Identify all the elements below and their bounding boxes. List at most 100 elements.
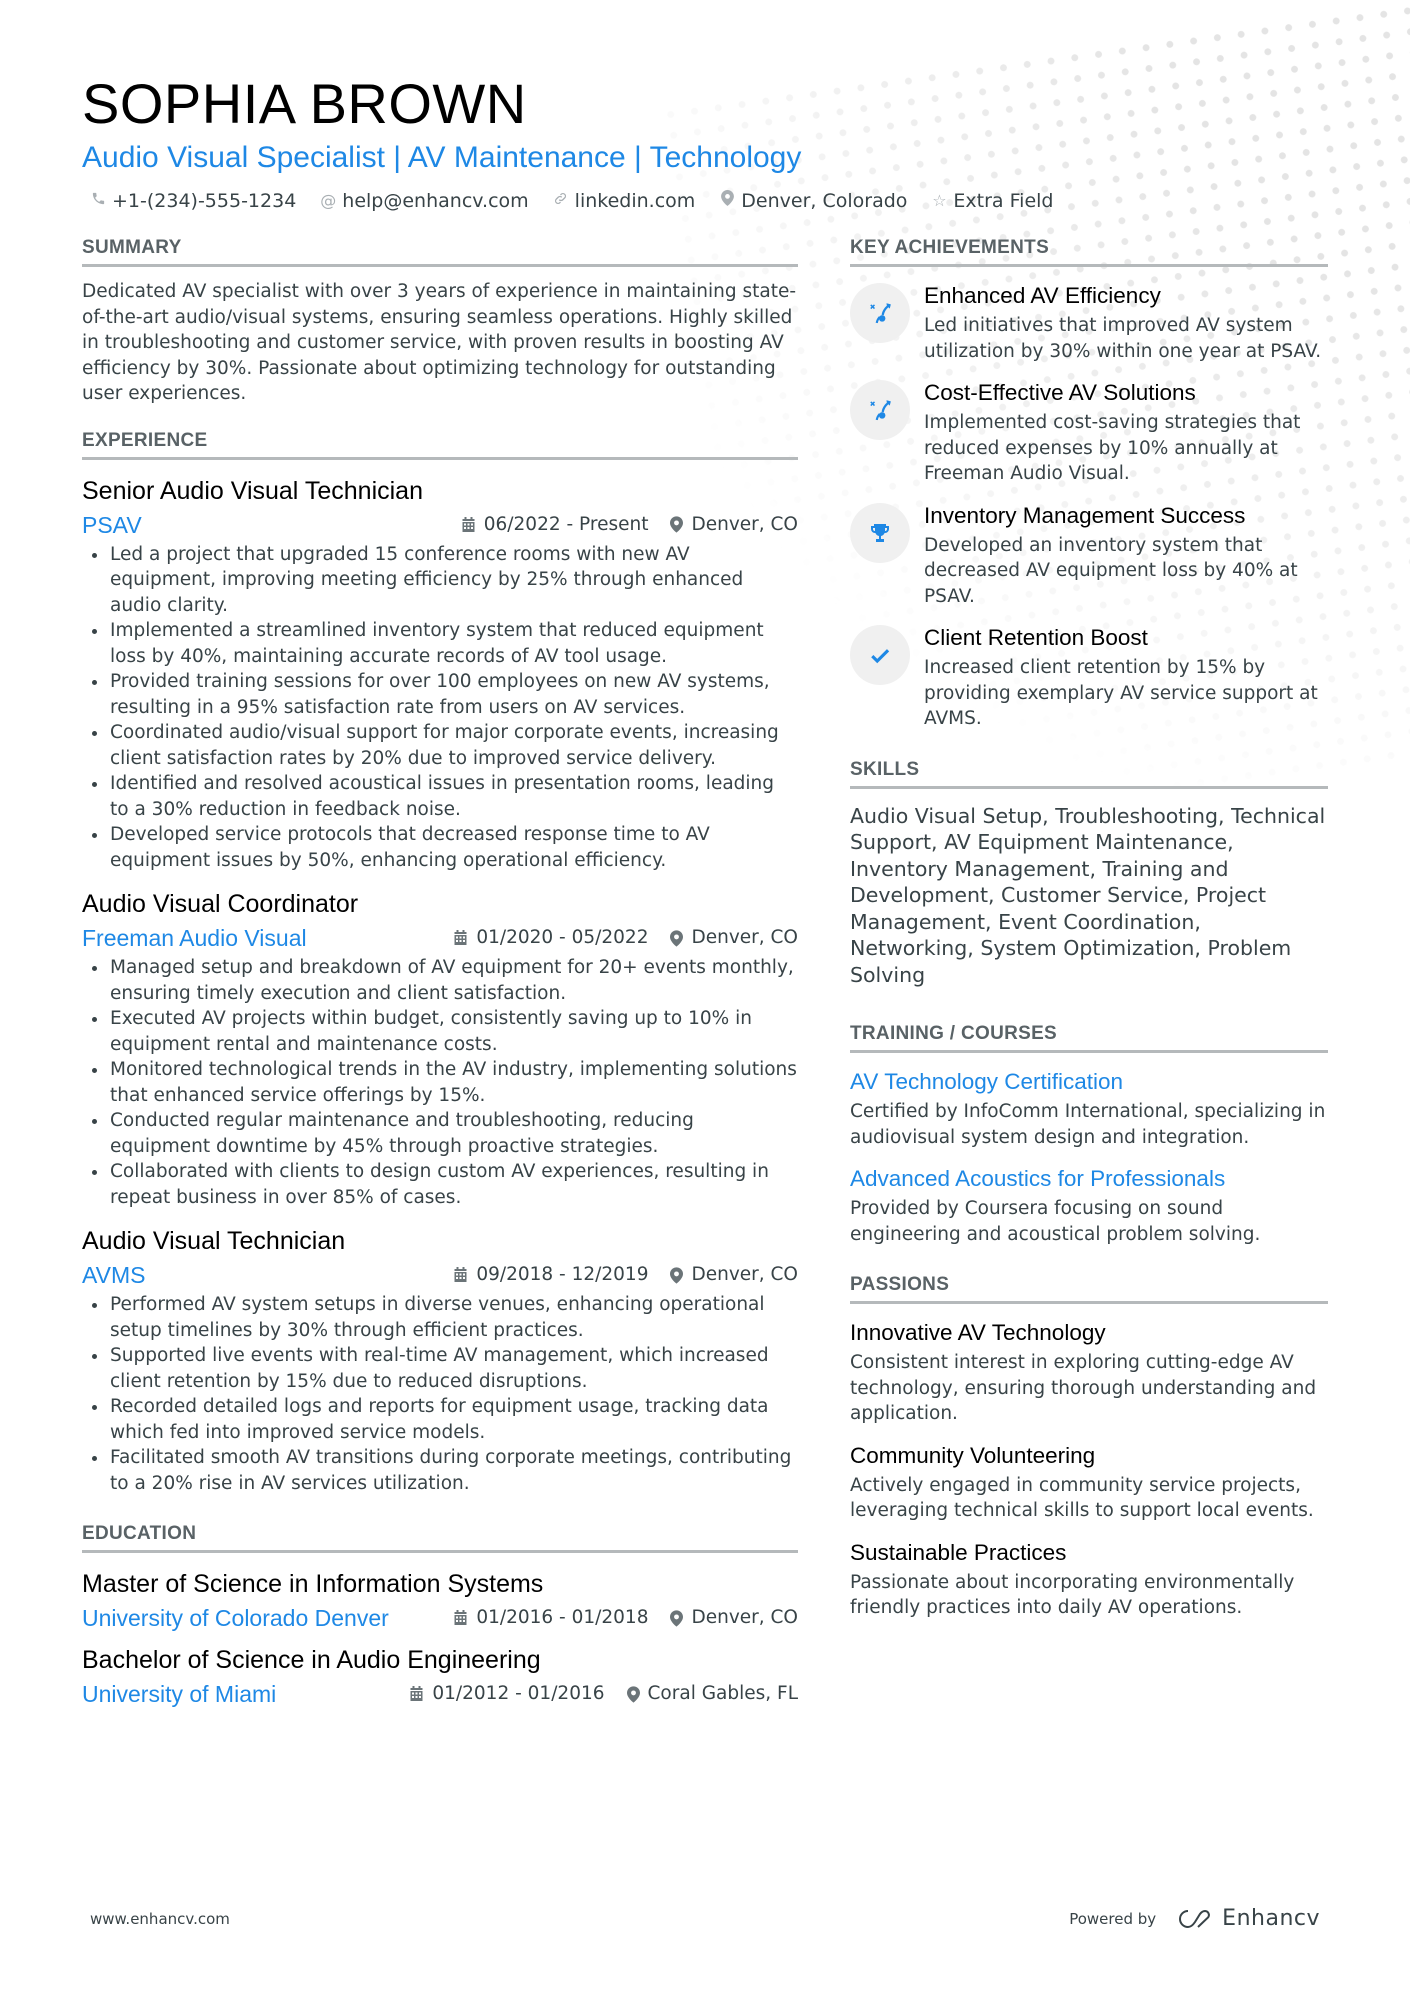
achievement-desc: Increased client retention by 15% by pro… [924, 657, 1318, 729]
calendar-icon [462, 516, 475, 532]
bullet-item: Led a project that upgraded 15 conferenc… [82, 542, 798, 619]
achievement-item: Enhanced AV Efficiency Led initiatives t… [850, 281, 1328, 364]
candidate-name: SOPHIA BROWN [82, 72, 527, 135]
bullet-item: Recorded detailed logs and reports for e… [82, 1394, 798, 1445]
contact-email[interactable]: @ help@enhancv.com [320, 188, 528, 214]
section-title: PASSIONS [850, 1273, 1328, 1304]
skills-text: Audio Visual Setup, Troubleshooting, Tec… [850, 803, 1326, 987]
contact-text: Denver, Colorado [741, 190, 908, 212]
passion-title: Innovative AV Technology [850, 1320, 1106, 1345]
header: SOPHIA BROWN Audio Visual Specialist | A… [82, 70, 1328, 214]
bullet-item: Identified and resolved acoustical issue… [82, 771, 798, 822]
bullet-item: Monitored technological trends in the AV… [82, 1057, 798, 1108]
brand-name: Enhancv [1222, 1906, 1320, 1931]
bullet-item: Collaborated with clients to design cust… [82, 1159, 798, 1210]
strategy-icon [850, 283, 910, 343]
left-column: SUMMARY Dedicated AV specialist with ove… [82, 236, 798, 1709]
location-icon [670, 1609, 684, 1627]
phone-icon [90, 188, 106, 214]
bullet-item: Performed AV system setups in diverse ve… [82, 1292, 798, 1343]
headline: Audio Visual Specialist | AV Maintenance… [82, 141, 802, 174]
calendar-icon [454, 930, 467, 945]
experience-section: EXPERIENCE Senior Audio Visual Technicia… [82, 429, 798, 1497]
section-title: EDUCATION [82, 1522, 798, 1553]
course-item: Advanced Acoustics for Professionals Pro… [850, 1164, 1328, 1247]
course-desc: Provided by Coursera focusing on sound e… [850, 1198, 1261, 1245]
bullet-item: Developed service protocols that decreas… [82, 822, 798, 873]
job-bullets: Led a project that upgraded 15 conferenc… [82, 542, 798, 874]
job-dates: 09/2018 - 12/2019 [453, 1260, 648, 1290]
achievement-item: Inventory Management Success Developed a… [850, 501, 1328, 610]
education-dates: 01/2012 - 01/2016 [409, 1679, 605, 1709]
location-icon [626, 1685, 640, 1703]
passion-title: Sustainable Practices [850, 1539, 1067, 1565]
education-entry: Master of Science in Information Systems… [82, 1567, 798, 1633]
location-icon [670, 929, 684, 947]
achievement-desc: Implemented cost-saving strategies that … [924, 412, 1301, 484]
education-location: Coral Gables, FL [626, 1679, 798, 1709]
job-title: Senior Audio Visual Technician [82, 476, 423, 505]
passion-item: Sustainable Practices Passionate about i… [850, 1538, 1328, 1621]
section-title: EXPERIENCE [82, 429, 798, 460]
contact-linkedin[interactable]: linkedin.com [553, 188, 695, 214]
achievement-item: Cost-Effective AV Solutions Implemented … [850, 378, 1328, 487]
contact-text: Extra Field [953, 190, 1054, 212]
star-icon: ☆ [932, 191, 947, 210]
passion-title: Community Volunteering [850, 1442, 1096, 1468]
passions-section: PASSIONS Innovative AV Technology Consis… [850, 1273, 1328, 1621]
calendar-icon [410, 1686, 423, 1701]
location-icon [670, 516, 684, 533]
achievement-desc: Developed an inventory system that decre… [924, 534, 1298, 607]
trophy-icon [850, 502, 910, 563]
job-location: Denver, CO [670, 1260, 798, 1290]
achievement-title: Inventory Management Success [924, 502, 1246, 528]
job-bullets: Performed AV system setups in diverse ve… [82, 1292, 798, 1496]
contact-phone[interactable]: +1-(234)-555-1234 [90, 188, 296, 214]
summary-section: SUMMARY Dedicated AV specialist with ove… [82, 236, 798, 407]
resume-page: SOPHIA BROWN Audio Visual Specialist | A… [82, 70, 1328, 1707]
skills-section: SKILLS Audio Visual Setup, Troubleshooti… [850, 758, 1328, 989]
degree: Master of Science in Information Systems [82, 1570, 544, 1598]
course-title[interactable]: Advanced Acoustics for Professionals [850, 1164, 1328, 1194]
bullet-item: Executed AV projects within budget, cons… [82, 1006, 798, 1057]
school-name[interactable]: University of Colorado Denver [82, 1603, 389, 1633]
contact-text: help@enhancv.com [342, 190, 529, 212]
training-section: TRAINING / COURSES AV Technology Certifi… [850, 1022, 1328, 1247]
education-location: Denver, CO [670, 1603, 798, 1633]
course-desc: Certified by InfoComm International, spe… [850, 1101, 1326, 1148]
company-name[interactable]: PSAV [82, 510, 142, 540]
contact-location: Denver, Colorado [719, 188, 907, 214]
contact-list: +1-(234)-555-1234 @ help@enhancv.com lin… [82, 188, 1328, 214]
bullet-item: Facilitated smooth AV transitions during… [82, 1445, 798, 1496]
education-entry: Bachelor of Science in Audio Engineering… [82, 1643, 798, 1709]
course-title[interactable]: AV Technology Certification [850, 1067, 1328, 1097]
bullet-item: Conducted regular maintenance and troubl… [82, 1108, 798, 1159]
bullet-item: Coordinated audio/visual support for maj… [82, 720, 798, 771]
job-location: Denver, CO [670, 510, 798, 540]
bullet-item: Supported live events with real-time AV … [82, 1343, 798, 1394]
powered-by-label: Powered by [1069, 1909, 1157, 1928]
enhancv-logo[interactable]: Enhancv [1174, 1906, 1320, 1931]
job-location: Denver, CO [670, 923, 798, 953]
powered-by: Powered by Enhancv [1069, 1906, 1320, 1931]
company-name[interactable]: AVMS [82, 1260, 145, 1290]
job-bullets: Managed setup and breakdown of AV equipm… [82, 955, 798, 1210]
contact-text: +1-(234)-555-1234 [112, 190, 297, 212]
passion-item: Community Volunteering Actively engaged … [850, 1441, 1328, 1524]
contact-extra: ☆ Extra Field [931, 188, 1053, 214]
company-name[interactable]: Freeman Audio Visual [82, 923, 307, 953]
course-item: AV Technology Certification Certified by… [850, 1067, 1328, 1150]
calendar-icon [454, 1267, 467, 1282]
job-title: Audio Visual Technician [82, 1227, 346, 1255]
job-entry: Audio Visual Technician AVMS 09/2018 - 1… [82, 1224, 798, 1496]
school-name[interactable]: University of Miami [82, 1679, 276, 1709]
bullet-item: Provided training sessions for over 100 … [82, 669, 798, 720]
achievement-title: Cost-Effective AV Solutions [924, 380, 1196, 405]
bullet-item: Implemented a streamlined inventory syst… [82, 618, 798, 669]
website-link[interactable]: www.enhancv.com [90, 1910, 230, 1928]
section-title: TRAINING / COURSES [850, 1022, 1328, 1053]
job-entry: Senior Audio Visual Technician PSAV 06/2… [82, 474, 798, 874]
footer: www.enhancv.com Powered by Enhancv [90, 1906, 1320, 1931]
education-section: EDUCATION Master of Science in Informati… [82, 1522, 798, 1709]
section-title: KEY ACHIEVEMENTS [850, 236, 1328, 267]
